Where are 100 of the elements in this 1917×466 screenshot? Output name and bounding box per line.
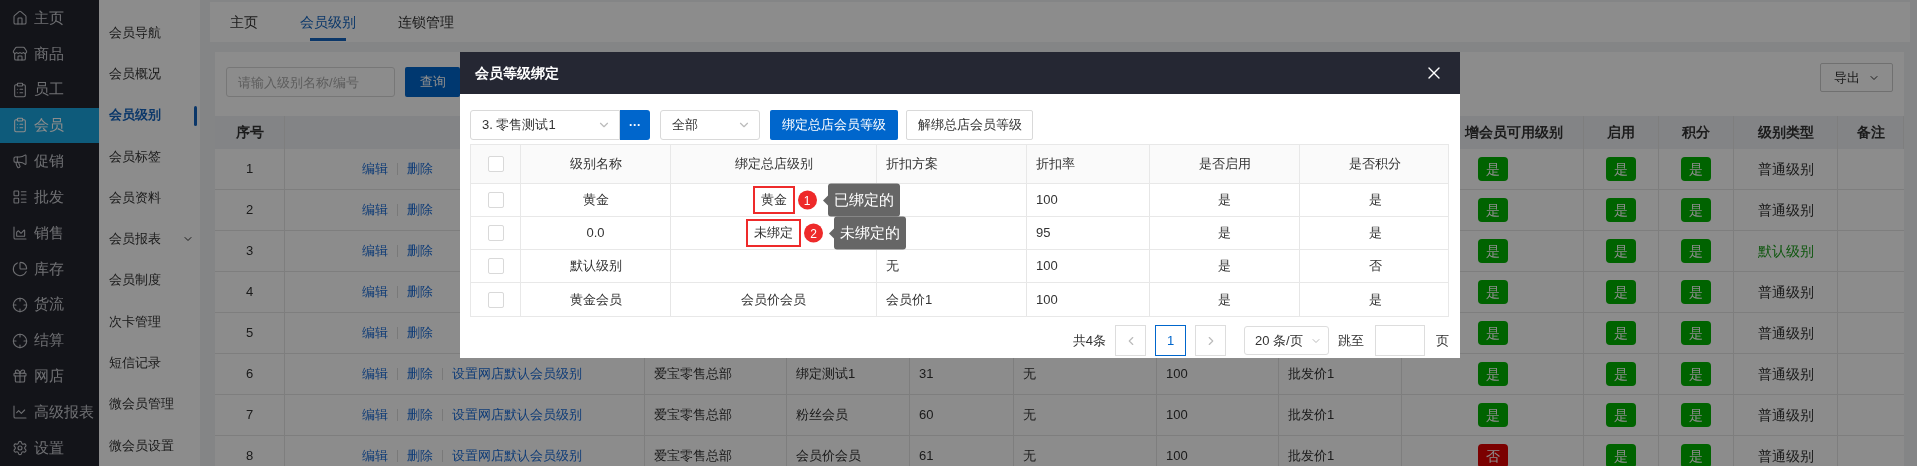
table-cell-text: 粉丝会员 bbox=[796, 406, 848, 425]
sidebar-item[interactable]: 销售 bbox=[0, 215, 99, 251]
level-type: 普通级别 bbox=[1757, 364, 1814, 384]
store-select[interactable]: 3. 零售测试1 bbox=[470, 110, 620, 140]
subnav-item[interactable]: 会员制度 bbox=[99, 259, 200, 301]
page-size-select[interactable]: 20 条/页 bbox=[1244, 326, 1329, 355]
sidebar-item[interactable]: 结算 bbox=[0, 322, 99, 359]
sidebar-item[interactable]: 货流 bbox=[0, 286, 99, 323]
table-cell-text: 0.0 bbox=[586, 224, 605, 243]
status-badge: 是 bbox=[1606, 321, 1636, 345]
checkbox[interactable] bbox=[487, 291, 504, 308]
status-badge: 是 bbox=[1477, 198, 1508, 222]
checkbox[interactable] bbox=[487, 258, 504, 274]
status-badge: 是 bbox=[1681, 403, 1711, 427]
status-badge: 是 bbox=[1606, 198, 1636, 222]
table-cell-text: 黄金 bbox=[582, 191, 609, 210]
subnav-item[interactable]: 微会员设置 bbox=[99, 424, 200, 466]
checkbox[interactable] bbox=[487, 225, 504, 241]
table-cell-text: 备注 bbox=[1856, 123, 1885, 142]
table-cell-text: 是 bbox=[1368, 224, 1382, 243]
sidebar-item[interactable]: 商品 bbox=[0, 35, 99, 72]
action-link[interactable]: 设置网店默认会员级别 bbox=[452, 364, 582, 384]
sidebar-item[interactable]: 批发 bbox=[0, 179, 99, 216]
subnav-item[interactable]: 会员级别 bbox=[99, 94, 200, 136]
page-input[interactable] bbox=[1375, 325, 1425, 356]
store-icon bbox=[12, 45, 28, 62]
more-button[interactable]: ··· bbox=[620, 110, 650, 140]
column-header: 折扣率 bbox=[1036, 155, 1075, 174]
sidebar-item[interactable]: 促销 bbox=[0, 143, 99, 180]
action-link[interactable]: 编辑 bbox=[362, 405, 388, 425]
action-link[interactable]: 编辑 bbox=[362, 282, 388, 302]
table-cell-text: 5 bbox=[245, 324, 254, 343]
status-badge: 是 bbox=[1477, 403, 1508, 427]
checkbox[interactable] bbox=[487, 192, 504, 208]
table-cell-text: 批发价1 bbox=[1288, 447, 1335, 466]
tab[interactable]: 主页 bbox=[230, 2, 258, 42]
table-cell-text: 级别类型 bbox=[1757, 123, 1814, 142]
subnav-item[interactable]: 会员概况 bbox=[99, 53, 200, 95]
page-button[interactable]: 1 bbox=[1155, 325, 1186, 356]
sidebar-item[interactable]: 主页 bbox=[0, 0, 99, 36]
sidebar-item[interactable]: 高级报表 bbox=[0, 394, 99, 431]
subnav-item[interactable]: 会员导航 bbox=[99, 12, 200, 54]
subnav-item[interactable]: 会员标签 bbox=[99, 135, 200, 178]
subnav-item[interactable]: 短信记录 bbox=[99, 342, 200, 384]
tab[interactable]: 会员级别 bbox=[300, 2, 356, 42]
action-link[interactable]: 设置网店默认会员级别 bbox=[452, 405, 582, 425]
sidebar-item[interactable]: 会员 bbox=[0, 107, 99, 144]
action-link[interactable]: 删除 bbox=[407, 200, 433, 220]
status-badge: 是 bbox=[1606, 362, 1636, 386]
sidebar-item[interactable]: 库存 bbox=[0, 250, 99, 287]
subnav-item[interactable]: 次卡管理 bbox=[99, 300, 200, 343]
table-cell-text: 批发价1 bbox=[1288, 406, 1335, 425]
subnav-item[interactable]: 会员报表 bbox=[99, 218, 200, 260]
highlighted-cell: 未绑定 bbox=[746, 219, 801, 247]
table-cell-text: 95 bbox=[1036, 224, 1051, 243]
search-button[interactable]: 查询 bbox=[405, 67, 460, 97]
crosshair-icon bbox=[12, 332, 28, 349]
status-badge: 是 bbox=[1681, 444, 1711, 466]
table-cell-text: 爱宝零售总部 bbox=[654, 365, 732, 384]
table-cell-text: 6 bbox=[245, 365, 254, 384]
table-cell-text: 1 bbox=[245, 160, 254, 179]
unbind-button[interactable]: 解绑总店会员等级 bbox=[906, 110, 1033, 140]
bind-button[interactable]: 绑定总店会员等级 bbox=[770, 110, 898, 140]
table-cell-text: 是 bbox=[1368, 290, 1382, 309]
previous-page-button[interactable] bbox=[1115, 325, 1146, 356]
table-cell-text: 会员价1 bbox=[886, 290, 933, 309]
action-link[interactable]: 编辑 bbox=[362, 241, 388, 261]
level-type: 普通级别 bbox=[1757, 405, 1814, 425]
status-badge: 是 bbox=[1681, 157, 1711, 181]
action-link[interactable]: 编辑 bbox=[362, 159, 388, 179]
action-link[interactable]: 删除 bbox=[407, 159, 433, 179]
action-link[interactable]: 编辑 bbox=[362, 446, 388, 466]
checkbox[interactable] bbox=[487, 156, 504, 172]
next-page-button[interactable] bbox=[1195, 325, 1226, 356]
status-badge: 是 bbox=[1681, 280, 1711, 304]
table-cell-text: 2 bbox=[245, 201, 254, 220]
table-cell-text: 是 bbox=[1218, 257, 1231, 276]
table-cell-text: 批发价1 bbox=[1288, 365, 1335, 384]
table-cell-text: 会员价会员 bbox=[741, 290, 806, 309]
action-link[interactable]: 删除 bbox=[407, 323, 433, 343]
action-link[interactable]: 编辑 bbox=[362, 323, 388, 343]
table-cell-text: 100 bbox=[1166, 365, 1188, 384]
table-cell-text: 无 bbox=[1023, 447, 1036, 466]
action-link[interactable]: 设置网店默认会员级别 bbox=[452, 446, 582, 466]
action-link[interactable]: 删除 bbox=[407, 282, 433, 302]
action-link[interactable]: 删除 bbox=[407, 241, 433, 261]
sidebar-item[interactable]: 网店 bbox=[0, 358, 99, 395]
subnav-item[interactable]: 微会员管理 bbox=[99, 383, 200, 425]
export-button[interactable]: 导出 bbox=[1820, 63, 1893, 92]
tab[interactable]: 连锁管理 bbox=[398, 2, 454, 42]
settings-icon bbox=[12, 440, 28, 457]
action-link[interactable]: 删除 bbox=[407, 446, 433, 466]
filter-select[interactable]: 全部 bbox=[660, 110, 760, 140]
subnav-item[interactable]: 会员资料 bbox=[99, 177, 200, 219]
action-link[interactable]: 编辑 bbox=[362, 200, 388, 220]
sidebar-item[interactable]: 员工 bbox=[0, 71, 99, 108]
action-link[interactable]: 删除 bbox=[407, 405, 433, 425]
action-link[interactable]: 删除 bbox=[407, 364, 433, 384]
sidebar-item[interactable]: 设置 bbox=[0, 430, 99, 466]
action-link[interactable]: 编辑 bbox=[362, 364, 388, 384]
